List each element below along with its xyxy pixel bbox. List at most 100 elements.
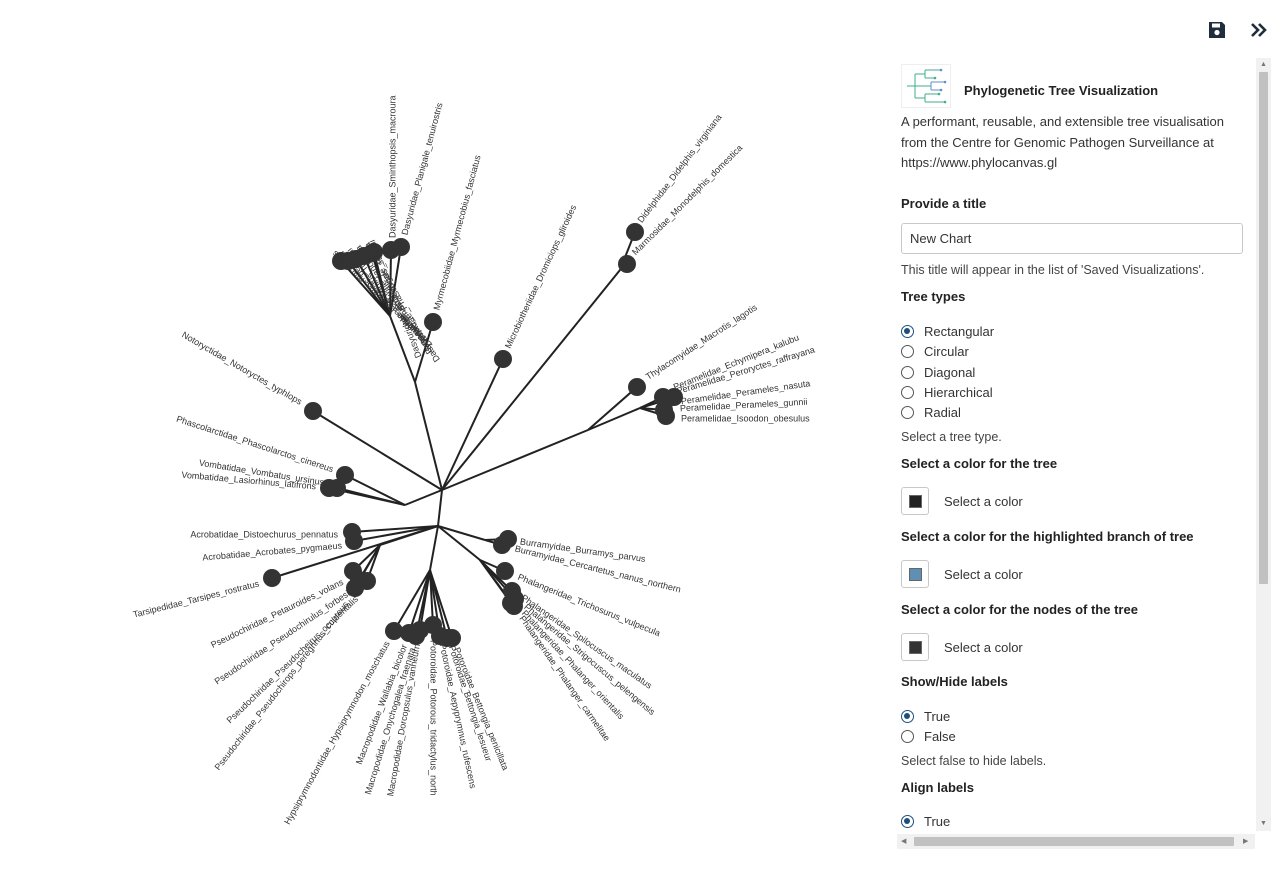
tree-color-fill [908, 494, 922, 508]
leaf-label: Tarsipedidae_Tarsipes_rostratus [132, 578, 261, 619]
leaf-label: Potoroidae_Potorous_tridactylus_north [429, 640, 439, 796]
title-hint: This title will appear in the list of 'S… [901, 263, 1205, 277]
radio-label: False [924, 728, 956, 744]
leaf-label: Acrobatidae_Acrobates_pygmaeus [202, 540, 343, 562]
tree-branch [587, 407, 641, 431]
leaf-node[interactable] [496, 562, 514, 580]
tree-branch [577, 269, 621, 323]
tree-types-hint: Select a tree type. [901, 430, 1002, 444]
radio-circle[interactable] [901, 814, 914, 828]
node-color-picker[interactable]: Select a color [901, 633, 1023, 661]
tree-branch [429, 525, 439, 571]
radio-label: True [924, 813, 951, 829]
tree-branch [312, 410, 443, 491]
radio-label: Rectangular [924, 323, 995, 339]
tree-branch [414, 381, 443, 491]
radio-hierarchical[interactable]: Hierarchical [901, 382, 993, 402]
radio-show-labels-false[interactable]: False [901, 726, 956, 746]
tree-color-picker[interactable]: Select a color [901, 487, 1023, 515]
highlight-color-label: Select a color for the highlighted branc… [901, 529, 1194, 544]
highlight-color-picker[interactable]: Select a color [901, 560, 1023, 588]
highlight-color-fill [908, 567, 922, 581]
scroll-up-icon[interactable]: ▲ [1260, 61, 1267, 68]
leaf-label: Notoryctidae_Notoryctes_typhlops [180, 330, 304, 407]
radio-circle[interactable] [901, 324, 914, 338]
node-color-swatch[interactable] [901, 633, 929, 661]
leaf-node[interactable] [345, 532, 363, 550]
tree-branch [437, 489, 443, 527]
radio-show-labels-true[interactable]: True [901, 706, 950, 726]
vertical-scroll-thumb[interactable] [1259, 72, 1268, 584]
radio-label: Circular [924, 343, 969, 359]
chart-title-input[interactable] [901, 223, 1243, 254]
leaf-node[interactable] [424, 313, 442, 331]
radio-label: Hierarchical [924, 384, 993, 400]
tree-branch [441, 429, 589, 491]
tree-color-swatch[interactable] [901, 487, 929, 515]
tree-branch [404, 489, 443, 506]
leaf-label: Microbiotheriidae_Dromiciops_gliroides [503, 203, 579, 350]
tree-branch [344, 474, 406, 506]
highlight-color-swatch[interactable] [901, 560, 929, 588]
show-labels-hint: Select false to hide labels. [901, 754, 1047, 768]
collapse-panel-button[interactable] [1245, 16, 1273, 44]
save-icon [1209, 22, 1225, 38]
scroll-down-icon[interactable]: ▼ [1260, 820, 1267, 827]
radio-circle[interactable] [901, 344, 914, 358]
radio-label: Diagonal [924, 364, 976, 380]
align-labels-label: Align labels [901, 780, 974, 795]
leaf-node[interactable] [618, 255, 636, 273]
tree-branch [437, 525, 486, 541]
leaf-label: Dasyuridae_Sminthopsis_macroura [387, 95, 397, 238]
leaf-label: Acrobatidae_Distoechurus_pennatus [190, 529, 338, 539]
leaf-label: Peramelidae_Isoodon_obesulus [681, 413, 810, 423]
leaf-node[interactable] [263, 569, 281, 587]
tree-branch [437, 525, 481, 561]
title-section-label: Provide a title [901, 196, 987, 211]
swatch-label: Select a color [944, 639, 1023, 655]
radio-align-labels-true[interactable]: True [901, 811, 950, 831]
save-button[interactable] [1203, 16, 1231, 44]
tree-color-label: Select a color for the tree [901, 456, 1058, 471]
panel-description: A performant, reusable, and extensible t… [901, 112, 1251, 174]
vertical-scrollbar[interactable]: ▲ ▼ [1256, 58, 1271, 831]
radio-circle[interactable] [901, 729, 914, 743]
horizontal-scrollbar[interactable]: ◀ ▶ [897, 834, 1255, 849]
radio-radial[interactable]: Radial [901, 402, 961, 422]
tree-labels: Dasyuridae_Dasyurus_maculatusDasyuridae_… [132, 95, 816, 826]
swatch-label: Select a color [944, 493, 1023, 509]
radio-circle[interactable] [901, 709, 914, 723]
show-labels-label: Show/Hide labels [901, 674, 1008, 689]
tree-branch [587, 386, 638, 431]
swatch-label: Select a color [944, 566, 1023, 582]
horizontal-scroll-thumb[interactable] [914, 837, 1234, 846]
radio-circle[interactable] [901, 405, 914, 419]
radio-label: Radial [924, 404, 961, 420]
scroll-right-icon[interactable]: ▶ [1243, 838, 1248, 845]
leaf-node[interactable] [493, 536, 511, 554]
phylogenetic-tree[interactable]: Dasyuridae_Dasyurus_maculatusDasyuridae_… [0, 0, 880, 896]
leaf-node[interactable] [628, 378, 646, 396]
description-text: A performant, reusable, and extensible t… [901, 114, 1225, 150]
chevrons-right-icon [1251, 23, 1267, 37]
node-color-label: Select a color for the nodes of the tree [901, 602, 1138, 617]
radio-circular[interactable]: Circular [901, 341, 969, 361]
radio-circle[interactable] [901, 385, 914, 399]
radio-rectangular[interactable]: Rectangular [901, 321, 994, 341]
tree-types-label: Tree types [901, 289, 966, 304]
leaf-node[interactable] [494, 350, 512, 368]
settings-panel: Phylogenetic Tree Visualization A perfor… [895, 58, 1256, 831]
leaf-node[interactable] [392, 238, 410, 256]
panel-title: Phylogenetic Tree Visualization [964, 83, 1159, 98]
leaf-node[interactable] [304, 402, 322, 420]
node-color-fill [908, 640, 922, 654]
leaf-label: Myrmecobiidae_Myrmecobius_fasciatus [432, 153, 483, 311]
panel-header: Phylogenetic Tree Visualization [901, 64, 1249, 108]
leaf-label: Dasyuridae_Planigale_tenuirostris [400, 101, 445, 236]
radio-circle[interactable] [901, 365, 914, 379]
tree-thumbnail-icon [901, 64, 951, 108]
phylocanvas-link[interactable]: https://www.phylocanvas.gl [901, 155, 1057, 170]
scroll-left-icon[interactable]: ◀ [901, 838, 906, 845]
radio-diagonal[interactable]: Diagonal [901, 362, 975, 382]
leaf-node[interactable] [657, 407, 675, 425]
